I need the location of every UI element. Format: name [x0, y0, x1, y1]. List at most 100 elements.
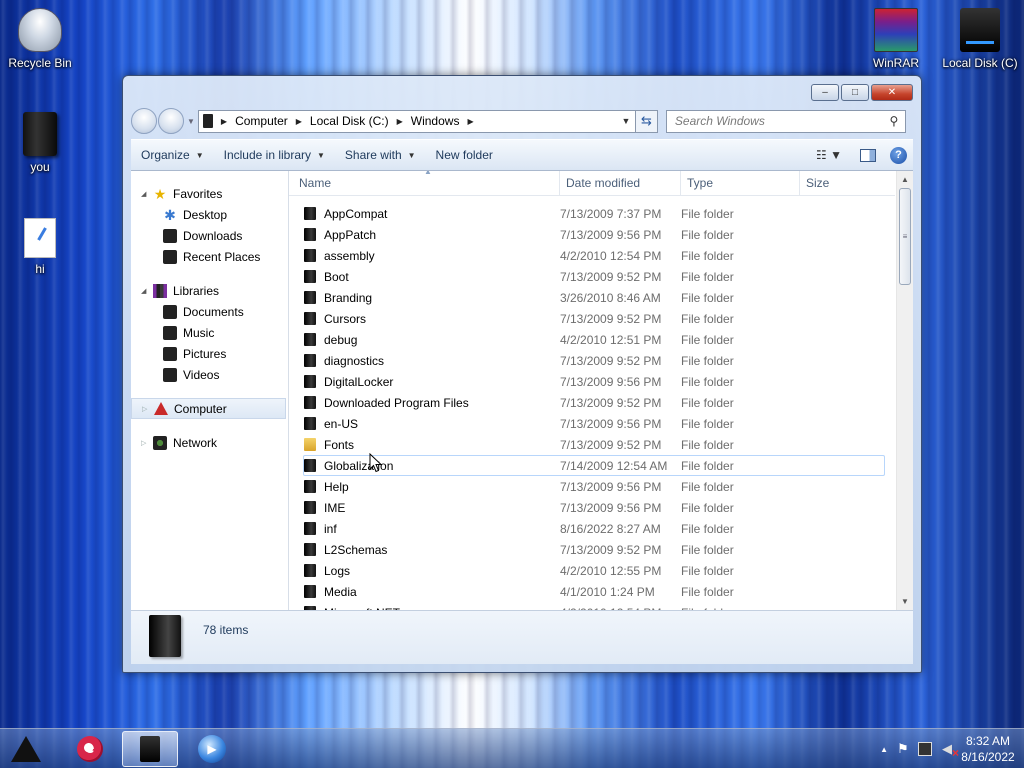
nav-item-videos[interactable]: Videos — [131, 364, 288, 385]
winrar-icon — [874, 8, 918, 52]
chevron-right-icon[interactable]: ▶ — [221, 117, 227, 126]
preview-pane-icon[interactable] — [860, 148, 876, 162]
nav-item-documents[interactable]: Documents — [131, 301, 288, 322]
network-status-icon[interactable] — [918, 742, 932, 756]
taskbar-internet-explorer[interactable]: e — [62, 731, 118, 767]
table-row[interactable]: IME 7/13/2009 9:56 PM File folder — [303, 497, 885, 518]
organize-button[interactable]: Organize ▼ — [131, 148, 214, 162]
volume-muted-icon[interactable]: ◀ — [940, 741, 959, 760]
nav-item-recent-places[interactable]: Recent Places — [131, 246, 288, 267]
refresh-button[interactable]: ⇆ — [635, 109, 658, 133]
file-name: Branding — [324, 290, 373, 305]
command-bar: Organize ▼ Include in library ▼ Share with… — [131, 139, 913, 171]
details-pane: 78 items — [131, 610, 913, 664]
file-name: Help — [324, 479, 349, 494]
nav-network[interactable]: ▷ Network — [131, 432, 288, 453]
file-date-cell: 7/14/2009 12:54 AM — [560, 458, 668, 473]
address-bar[interactable]: ▶ Computer ▶ Local Disk (C:) ▶ Windows ▶… — [197, 109, 636, 133]
back-button[interactable] — [131, 108, 157, 134]
collapsed-triangle-icon[interactable]: ▷ — [142, 405, 152, 413]
show-hidden-icons-icon[interactable]: ▲ — [880, 745, 888, 754]
folder-icon — [304, 375, 316, 388]
table-row[interactable]: assembly 4/2/2010 12:54 PM File folder — [303, 245, 885, 266]
nav-libraries[interactable]: ◢ Libraries — [131, 280, 288, 301]
nav-item-music[interactable]: Music — [131, 322, 288, 343]
nav-item-pictures[interactable]: Pictures — [131, 343, 288, 364]
column-header-size[interactable]: Size — [800, 171, 880, 195]
table-row[interactable]: DigitalLocker 7/13/2009 9:56 PM File folde… — [303, 371, 885, 392]
change-view-icon[interactable]: ☷ ▼ — [808, 148, 850, 162]
new-folder-button[interactable]: New folder — [426, 148, 503, 162]
item-count: 78 items — [203, 623, 249, 637]
column-header-name[interactable]: ▲ Name — [289, 171, 560, 195]
folder-icon — [304, 333, 316, 346]
table-row[interactable]: Microsoft.NET4/2/2010 12:54 PMFile folde… — [303, 602, 885, 610]
search-placeholder: Search Windows — [674, 114, 765, 128]
chevron-right-icon[interactable]: ▶ — [397, 117, 403, 126]
table-row[interactable]: debug 4/2/2010 12:51 PM File folder — [303, 329, 885, 350]
desktop-icon-recycle-bin[interactable]: Recycle Bin — [0, 8, 80, 70]
address-dropdown-icon[interactable]: ▼ — [617, 116, 635, 126]
clock[interactable]: 8:32 AM 8/16/2022 — [958, 733, 1018, 765]
table-row[interactable]: Fonts 7/13/2009 9:52 PM File folder — [303, 434, 885, 455]
table-row[interactable]: Downloaded Program Files 7/13/2009 9:52 P… — [303, 392, 885, 413]
recent-pages-dropdown[interactable]: ▼ — [187, 117, 195, 126]
folder-icon — [149, 615, 181, 657]
internet-explorer-icon: e — [77, 736, 103, 762]
collapsed-triangle-icon[interactable]: ▷ — [141, 439, 151, 447]
file-date-cell: 7/13/2009 9:52 PM — [560, 269, 662, 284]
scroll-down-icon[interactable]: ▼ — [897, 593, 913, 610]
table-row[interactable]: inf 8/16/2022 8:27 AM File folder — [303, 518, 885, 539]
forward-button[interactable] — [158, 108, 184, 134]
table-row[interactable]: Media 4/1/2010 1:24 PM File folder — [303, 581, 885, 602]
expanded-triangle-icon[interactable]: ◢ — [141, 190, 151, 198]
table-row[interactable]: en-US 7/13/2009 9:56 PM File folder — [303, 413, 885, 434]
table-row[interactable]: Help 7/13/2009 9:56 PM File folder — [303, 476, 885, 497]
explorer-icon — [140, 736, 160, 762]
column-header-type[interactable]: Type — [681, 171, 800, 195]
desktop-icon-you[interactable]: you — [0, 112, 80, 174]
taskbar-media-player[interactable]: ▶ — [184, 731, 240, 767]
table-row[interactable]: L2Schemas 7/13/2009 9:52 PM File folder — [303, 539, 885, 560]
taskbar-windows-explorer[interactable] — [122, 731, 178, 767]
column-header-date[interactable]: Date modified — [560, 171, 681, 195]
table-row[interactable]: Globalization 7/14/2009 12:54 AM File fold… — [303, 455, 885, 476]
table-row[interactable]: Logs 4/2/2010 12:55 PM File folder — [303, 560, 885, 581]
help-icon[interactable]: ? — [890, 146, 907, 164]
breadcrumb-windows[interactable]: Windows — [411, 114, 460, 128]
desktop-icon-winrar[interactable]: WinRAR — [856, 8, 936, 70]
scroll-up-icon[interactable]: ▲ — [897, 171, 913, 188]
start-button[interactable] — [8, 733, 44, 765]
nav-computer[interactable]: ▷ Computer — [131, 398, 286, 419]
search-icon[interactable]: ⚲ — [883, 114, 905, 128]
nav-label: Favorites — [173, 186, 223, 201]
table-row[interactable]: AppPatch 7/13/2009 9:56 PM File folder — [303, 224, 885, 245]
include-in-library-button[interactable]: Include in library ▼ — [214, 148, 335, 162]
nav-item-downloads[interactable]: Downloads — [131, 225, 288, 246]
nav-favorites[interactable]: ◢ ★ Favorites — [131, 183, 288, 204]
action-center-flag-icon[interactable]: ⚑ — [896, 741, 910, 756]
vertical-scrollbar[interactable]: ▲ ≡ ▼ — [896, 171, 913, 610]
breadcrumb-local-disk[interactable]: Local Disk (C:) — [310, 114, 389, 128]
close-button[interactable]: ✕ — [871, 84, 913, 101]
desktop-icon-hi[interactable]: hi — [0, 218, 80, 276]
scrollbar-thumb[interactable]: ≡ — [899, 188, 911, 285]
breadcrumb-computer[interactable]: Computer — [235, 114, 288, 128]
minimize-button[interactable]: ‒ — [811, 84, 839, 101]
desktop-icon-label: hi — [35, 262, 45, 276]
folder-icon — [304, 249, 316, 262]
search-input[interactable]: Search Windows ⚲ — [665, 109, 906, 133]
table-row[interactable]: AppCompat 7/13/2009 7:37 PM File folder — [303, 203, 885, 224]
column-header-label: Type — [687, 176, 714, 190]
desktop-icon-local-disk[interactable]: Local Disk (C) — [936, 8, 1024, 70]
nav-item-desktop[interactable]: ✱ Desktop — [131, 204, 288, 225]
chevron-right-icon[interactable]: ▶ — [467, 117, 473, 126]
expanded-triangle-icon[interactable]: ◢ — [141, 287, 151, 295]
maximize-button[interactable]: □ — [841, 84, 869, 101]
chevron-right-icon[interactable]: ▶ — [296, 117, 302, 126]
share-with-button[interactable]: Share with ▼ — [335, 148, 426, 162]
table-row[interactable]: Boot 7/13/2009 9:52 PM File folder — [303, 266, 885, 287]
table-row[interactable]: Branding 3/26/2010 8:46 AM File folder — [303, 287, 885, 308]
table-row[interactable]: diagnostics 7/13/2009 9:52 PM File folder — [303, 350, 885, 371]
table-row[interactable]: Cursors 7/13/2009 9:52 PM File folder — [303, 308, 885, 329]
